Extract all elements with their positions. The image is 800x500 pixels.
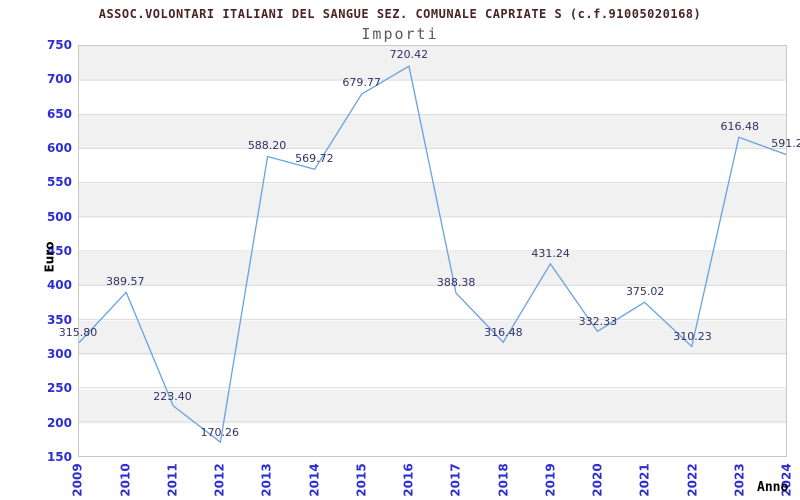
y-tick-label: 150 bbox=[46, 450, 72, 464]
data-point-label: 591.2 bbox=[771, 137, 800, 151]
x-tick-label-text: 2018 bbox=[496, 463, 511, 497]
data-point-label: 616.48 bbox=[720, 119, 759, 133]
x-tick-label-text: 2023 bbox=[732, 463, 747, 497]
data-point-label: 316.48 bbox=[484, 325, 523, 339]
x-axis-title: Anno bbox=[757, 480, 789, 495]
data-line bbox=[79, 65, 786, 444]
y-tick-label: 350 bbox=[46, 312, 72, 327]
x-tick-label-text: 2017 bbox=[449, 463, 464, 497]
x-tick-label-text: 2010 bbox=[118, 463, 133, 497]
data-point-label: 332.33 bbox=[578, 314, 618, 328]
chart-subtitle: Importi bbox=[361, 25, 439, 43]
x-tick-label-text: 2019 bbox=[543, 463, 558, 497]
data-point-label: 569.72 bbox=[295, 151, 334, 165]
data-point-label: 389.57 bbox=[106, 275, 145, 289]
x-tick-label-text: 2013 bbox=[260, 463, 275, 497]
data-point-label: 375.02 bbox=[625, 285, 665, 299]
x-tick-label-text: 2020 bbox=[590, 463, 605, 497]
x-tick-label-text: 2016 bbox=[401, 463, 416, 497]
x-tick-label-text: 2009 bbox=[71, 463, 85, 497]
x-tick-label-text: 2014 bbox=[307, 463, 322, 497]
chart-title: ASSOC.VOLONTARI ITALIANI DEL SANGUE SEZ.… bbox=[98, 7, 702, 21]
data-point-label: 388.38 bbox=[436, 276, 476, 290]
y-tick-label: 500 bbox=[46, 209, 72, 224]
data-point-label: 315.80 bbox=[58, 326, 98, 340]
y-tick-label: 600 bbox=[46, 141, 72, 155]
x-tick-label-text: 2022 bbox=[685, 463, 700, 497]
y-tick-label: 300 bbox=[46, 347, 72, 361]
x-tick-label-text: 2012 bbox=[212, 463, 227, 497]
y-tick-label: 550 bbox=[46, 175, 72, 190]
data-point-label: 720.42 bbox=[389, 48, 429, 62]
data-point-label: 170.26 bbox=[200, 426, 240, 440]
x-tick-label-text: 2021 bbox=[638, 463, 653, 497]
data-point-label: 223.40 bbox=[153, 389, 192, 403]
data-point-label: 588.20 bbox=[247, 139, 287, 153]
x-tick-label-text: 2011 bbox=[165, 463, 180, 497]
data-point-label: 310.23 bbox=[673, 329, 712, 343]
y-tick-label: 700 bbox=[46, 72, 72, 87]
x-tick-label-text: 2015 bbox=[354, 463, 369, 497]
chart-page: { "header": { "title": "ASSOC.VOLONTARI … bbox=[0, 0, 800, 500]
data-point-label: 679.77 bbox=[342, 76, 381, 90]
y-tick-label: 650 bbox=[46, 106, 72, 121]
y-tick-label: 200 bbox=[46, 415, 72, 430]
y-tick-label: 250 bbox=[46, 381, 72, 396]
data-point-label: 431.24 bbox=[531, 246, 570, 260]
y-axis-title-text: Euro bbox=[42, 241, 56, 273]
y-tick-label: 750 bbox=[46, 38, 72, 52]
y-tick-label: 400 bbox=[46, 278, 72, 293]
